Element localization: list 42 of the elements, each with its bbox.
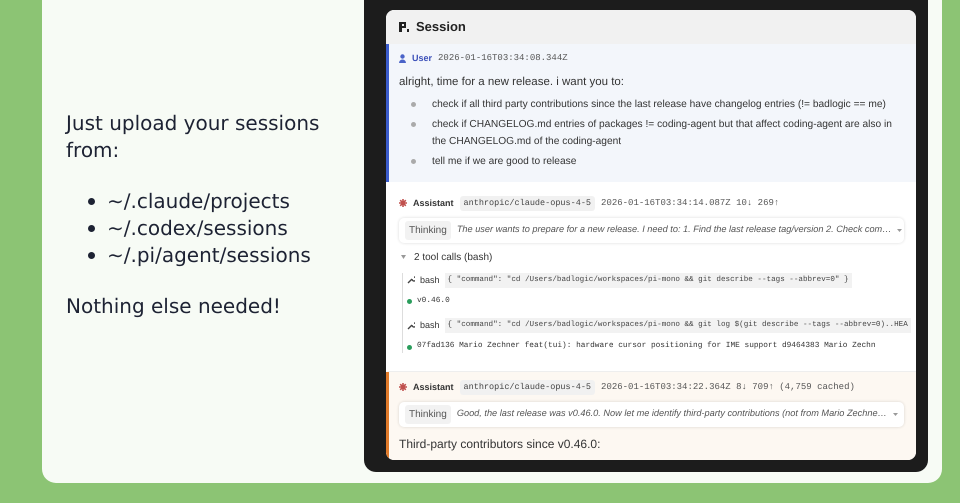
thinking-label: Thinking: [405, 220, 451, 240]
path-item: ~/.pi/agent/sessions: [107, 242, 311, 269]
tool-name: bash: [420, 274, 440, 287]
status-dot: [407, 299, 412, 304]
user-icon: [399, 54, 406, 64]
model-tag: anthropic/claude-opus-4-5: [460, 196, 596, 211]
status-dot: [407, 344, 412, 350]
message-meta: 2026-01-16T03:34:14.087Z 10↓ 269↑: [601, 196, 780, 210]
slide-text: Nothing else needed!: [66, 293, 282, 320]
bullet-icon: [411, 122, 416, 127]
list-item: check if all third party contributions since the last release have changelog entries (!= badlogic == me): [432, 98, 886, 112]
bullet-icon: [88, 198, 95, 205]
tool-name: bash: [420, 318, 440, 332]
asterisk-icon: [399, 199, 407, 208]
bullet-icon: [411, 158, 416, 164]
message-meta: 2026-01-16T03:34:22.364Z 8↓ 709↑ (4,759 cached): [601, 380, 855, 394]
role-label: Assistant: [413, 380, 454, 394]
list-item: tell me if we are good to release: [432, 154, 576, 169]
bullet-icon: [88, 225, 95, 232]
message-text: Third-party contributors since v0.46.0:: [399, 436, 602, 453]
model-tag: anthropic/claude-opus-4-5: [460, 380, 596, 395]
role-label: Assistant: [413, 196, 454, 210]
logo-icon: [398, 21, 410, 33]
timestamp: 2026-01-16T03:34:08.344Z: [438, 52, 568, 65]
tool-group-toggle[interactable]: 2 tool calls (bash): [414, 250, 492, 265]
caret-icon[interactable]: [401, 255, 406, 260]
path-item: ~/.claude/projects: [107, 188, 290, 215]
thinking-text: The user wants to prepare for a new release. I need to: 1. Find the last release tag/version 2. Check com…: [456, 223, 892, 236]
wrench-icon: [407, 322, 415, 330]
chevron-icon: [893, 412, 898, 416]
bullet-icon: [411, 102, 416, 107]
thinking-label: Thinking: [405, 404, 451, 424]
thinking-text: Good, the last release was v0.46.0. Now let me identify third-party contributions (not from Mario Zechne…: [456, 407, 887, 420]
message-text: alright, time for a new release. i want you to:: [399, 74, 625, 90]
slide-text: Just upload your sessions from:: [66, 110, 320, 164]
panel-title: Session: [416, 18, 466, 36]
chevron-icon: [897, 228, 902, 232]
asterisk-icon: [399, 383, 407, 392]
role-label: User: [412, 52, 432, 65]
bullet-icon: [88, 252, 95, 259]
wrench-icon: [407, 276, 415, 284]
path-item: ~/.codex/sessions: [107, 215, 288, 242]
